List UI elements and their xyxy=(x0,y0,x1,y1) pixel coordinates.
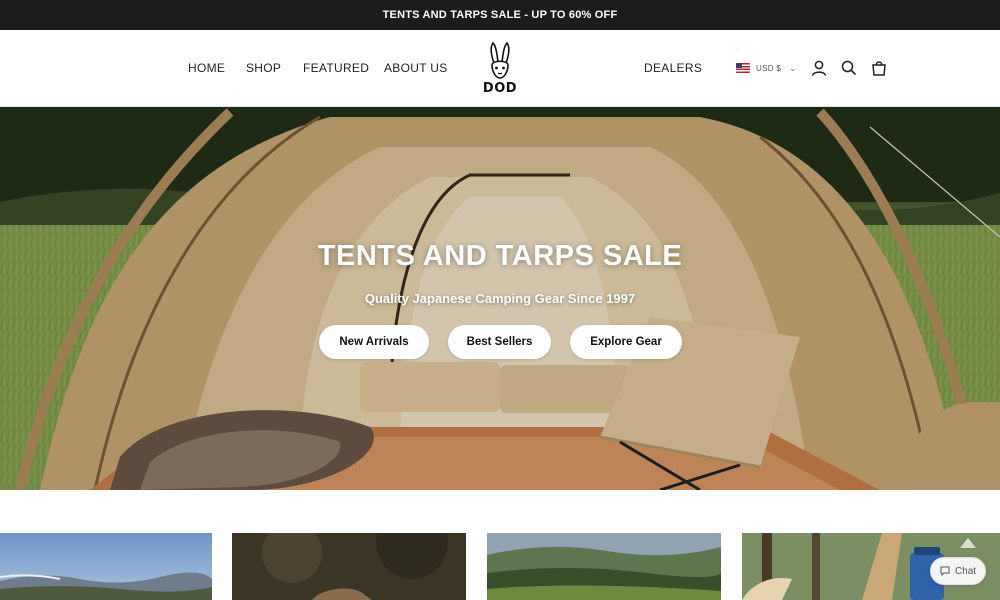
nav-home[interactable]: HOME xyxy=(188,61,225,75)
nav-shop[interactable]: SHOP xyxy=(246,61,281,75)
scroll-up-arrow-icon[interactable] xyxy=(960,538,976,548)
best-sellers-button[interactable]: Best Sellers xyxy=(448,325,551,359)
account-icon[interactable] xyxy=(810,59,828,77)
search-icon[interactable] xyxy=(840,59,858,77)
collection-tile-1[interactable] xyxy=(0,533,212,600)
new-arrivals-button[interactable]: New Arrivals xyxy=(319,325,429,359)
logo-text: DOD xyxy=(482,81,518,96)
explore-gear-button[interactable]: Explore Gear xyxy=(570,325,682,359)
chevron-down-icon: ⌄ xyxy=(789,62,797,73)
announcement-text: TENTS AND TARPS SALE - UP TO 60% OFF xyxy=(382,9,618,21)
hero-subtitle: Quality Japanese Camping Gear Since 1997 xyxy=(364,291,636,306)
cart-icon[interactable] xyxy=(870,59,888,77)
nav-about-us[interactable]: ABOUT US xyxy=(384,61,448,75)
collection-tile-3[interactable] xyxy=(487,533,721,600)
hero-title: TENTS AND TARPS SALE xyxy=(317,240,683,272)
announcement-bar: TENTS AND TARPS SALE - UP TO 60% OFF xyxy=(0,0,1000,30)
mountain-lake-image xyxy=(0,533,212,600)
site-header: HOME SHOP FEATURED ABOUT US DOD DEALERS … xyxy=(0,30,1000,107)
currency-selector[interactable]: USD $ ⌄ xyxy=(736,61,797,75)
site-logo[interactable]: DOD xyxy=(481,41,519,97)
currency-label: USD $ xyxy=(756,63,782,73)
chat-button[interactable]: Chat xyxy=(930,557,986,585)
collection-tile-2[interactable] xyxy=(232,533,466,600)
chat-bubble-icon xyxy=(940,566,950,576)
us-flag-icon xyxy=(736,63,750,73)
chat-label: Chat xyxy=(954,565,977,577)
rabbit-logo-icon xyxy=(490,41,510,79)
valley-view-image xyxy=(487,533,721,600)
nav-featured[interactable]: FEATURED xyxy=(303,61,369,75)
campsite-dusk-image xyxy=(232,533,466,600)
nav-dealers[interactable]: DEALERS xyxy=(644,61,702,75)
